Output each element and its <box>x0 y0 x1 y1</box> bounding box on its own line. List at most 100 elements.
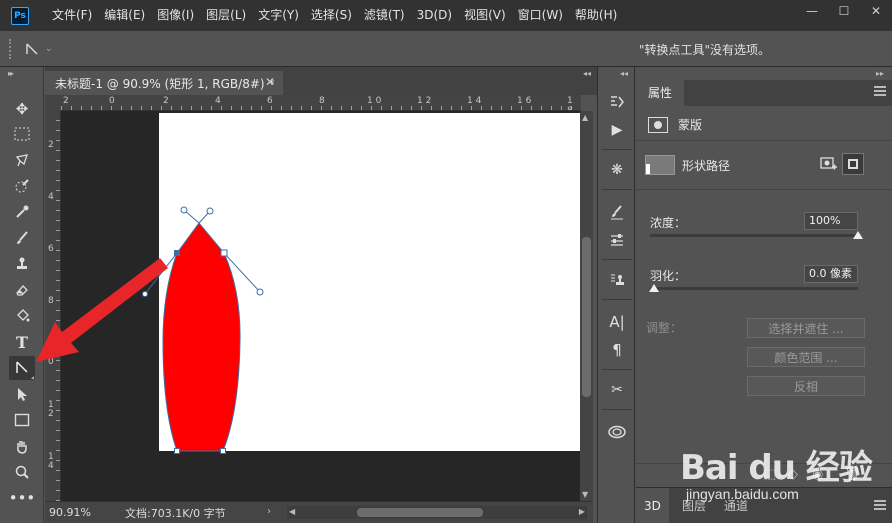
character-panel-icon[interactable]: A| <box>605 311 629 333</box>
rectangle-tool-icon[interactable] <box>9 408 35 432</box>
convert-point-tool-icon[interactable] <box>9 356 35 380</box>
invert-button[interactable]: 反相 <box>747 376 865 396</box>
eyedropper-tool-icon[interactable] <box>9 200 35 224</box>
scroll-left-icon[interactable]: ◀ <box>289 507 295 516</box>
apply-mask-icon[interactable]: ◇ <box>788 467 798 482</box>
zoom-level-field[interactable]: 90.91% <box>45 506 101 519</box>
paragraph-panel-icon[interactable]: ¶ <box>605 339 629 361</box>
tab-layers[interactable]: 图层 <box>674 488 714 523</box>
direction-handle[interactable] <box>142 291 148 297</box>
type-tool-icon[interactable]: T <box>9 330 35 354</box>
clone-source-icon[interactable] <box>605 269 629 291</box>
delete-mask-icon[interactable]: 🗑 <box>844 467 861 482</box>
canvas-pasteboard[interactable] <box>61 111 580 501</box>
close-window-button[interactable]: ✕ <box>860 0 892 22</box>
hand-tool-icon[interactable] <box>9 434 35 458</box>
ruler-v-label: 4 <box>48 192 54 202</box>
actions-play-icon[interactable]: ▶ <box>605 119 629 141</box>
ruler-h-label: 2 <box>163 96 169 106</box>
anchor-point-selected[interactable] <box>174 250 180 256</box>
minimize-button[interactable]: — <box>796 0 828 22</box>
panel-menu-icon[interactable] <box>874 86 886 96</box>
toggle-mask-icon[interactable]: ◉ <box>812 467 823 482</box>
tab-3d[interactable]: 3D <box>636 488 669 523</box>
brush-tool-icon[interactable] <box>9 226 35 250</box>
vertical-ruler[interactable]: 2 4 6 8 1 0 1 2 1 4 <box>45 111 61 501</box>
brush-settings-icon[interactable] <box>605 201 629 223</box>
quick-select-tool-icon[interactable] <box>9 174 35 198</box>
history-panel-icon[interactable] <box>605 91 629 113</box>
status-menu-arrow-icon[interactable]: › <box>267 506 271 517</box>
feather-slider[interactable] <box>649 284 858 292</box>
zoom-tool-icon[interactable] <box>9 460 35 484</box>
color-range-button[interactable]: 颜色范围 ... <box>747 347 865 367</box>
direction-handle[interactable] <box>256 288 264 296</box>
ruler-origin[interactable] <box>45 95 61 111</box>
tab-channels[interactable]: 通道 <box>716 488 756 523</box>
menu-window[interactable]: 窗口(W) <box>512 0 569 31</box>
menu-edit[interactable]: 编辑(E) <box>98 0 151 31</box>
shape-path-thumbnail[interactable] <box>645 155 675 175</box>
panel-collapse-icon[interactable]: ◂◂ <box>583 69 591 78</box>
more-tools-icon[interactable]: ••• <box>9 486 36 510</box>
layers-panel-menu-icon[interactable] <box>874 500 886 510</box>
close-icon[interactable]: ✕ <box>265 75 275 89</box>
libraries-panel-icon[interactable] <box>605 421 629 443</box>
vector-mask-icon <box>848 159 858 169</box>
properties-collapse-icon[interactable]: ▸▸ <box>876 69 884 78</box>
vector-mask-button[interactable] <box>842 153 864 175</box>
scroll-right-icon[interactable]: ▶ <box>579 507 585 516</box>
density-slider[interactable] <box>650 231 863 239</box>
move-tool-icon[interactable]: ✥ <box>9 97 35 121</box>
feather-input[interactable]: 0.0 像素 <box>804 265 858 283</box>
load-selection-icon[interactable]: ⬚ <box>764 467 776 482</box>
adjustments-panel-icon[interactable] <box>605 229 629 251</box>
menu-filter[interactable]: 滤镜(T) <box>358 0 411 31</box>
tab-properties[interactable]: 属性 <box>636 80 685 106</box>
dock-separator <box>602 149 632 150</box>
anchor-point[interactable] <box>220 249 228 257</box>
anchor-point[interactable] <box>174 448 180 454</box>
add-pixel-mask-button[interactable] <box>820 156 838 172</box>
lasso-tool-icon[interactable] <box>9 148 35 172</box>
density-input[interactable]: 100% <box>804 212 858 230</box>
density-slider-knob[interactable] <box>853 231 863 239</box>
horizontal-scrollbar[interactable]: ◀ ▶ <box>287 506 587 519</box>
dock-collapse-icon[interactable]: ◂◂ <box>620 69 628 78</box>
anchor-point[interactable] <box>220 448 226 454</box>
document-tab[interactable]: 未标题-1 @ 90.9% (矩形 1, RGB/8#) * ✕ <box>45 71 283 95</box>
menu-3d[interactable]: 3D(D) <box>411 0 458 31</box>
paint-bucket-tool-icon[interactable] <box>9 304 35 328</box>
direction-handle[interactable] <box>180 206 188 214</box>
menu-file[interactable]: 文件(F) <box>46 0 98 31</box>
ruler-h-label: 1 2 <box>417 96 432 106</box>
menu-layer[interactable]: 图层(L) <box>200 0 252 31</box>
canvas-artwork[interactable] <box>61 111 580 501</box>
horizontal-scroll-thumb[interactable] <box>357 508 483 517</box>
direction-handle[interactable] <box>206 207 214 215</box>
select-and-mask-button[interactable]: 选择并遮住 ... <box>747 318 865 338</box>
dock-separator <box>602 299 632 300</box>
stamp-tool-icon[interactable] <box>9 252 35 276</box>
toolbar-collapse-icon[interactable]: ▸▸ <box>8 69 14 78</box>
vertical-scroll-thumb[interactable] <box>582 237 591 397</box>
tool-presets-icon[interactable]: ✂ <box>605 379 629 401</box>
vertical-scrollbar[interactable]: ▲ ▼ <box>580 111 593 501</box>
marquee-tool-icon[interactable] <box>9 122 35 146</box>
navigator-panel-icon[interactable]: ❋ <box>605 159 629 181</box>
eraser-tool-icon[interactable] <box>9 278 35 302</box>
scroll-up-icon[interactable]: ▲ <box>582 113 588 122</box>
menu-view[interactable]: 视图(V) <box>458 0 512 31</box>
menu-image[interactable]: 图像(I) <box>151 0 200 31</box>
maximize-button[interactable]: ☐ <box>828 0 860 22</box>
options-bar-grip[interactable] <box>9 39 11 59</box>
menu-help[interactable]: 帮助(H) <box>569 0 623 31</box>
feather-slider-knob[interactable] <box>649 284 659 292</box>
document-info[interactable]: 文档:703.1K/0 字节 <box>125 505 226 521</box>
menu-select[interactable]: 选择(S) <box>305 0 358 31</box>
menu-type[interactable]: 文字(Y) <box>252 0 305 31</box>
horizontal-ruler[interactable]: 2 0 2 4 6 8 1 0 1 2 1 4 1 6 1 8 <box>61 95 581 111</box>
path-selection-tool-icon[interactable] <box>9 382 35 406</box>
scroll-down-icon[interactable]: ▼ <box>582 490 588 499</box>
tool-preset-picker[interactable]: ⌄ <box>25 40 65 58</box>
